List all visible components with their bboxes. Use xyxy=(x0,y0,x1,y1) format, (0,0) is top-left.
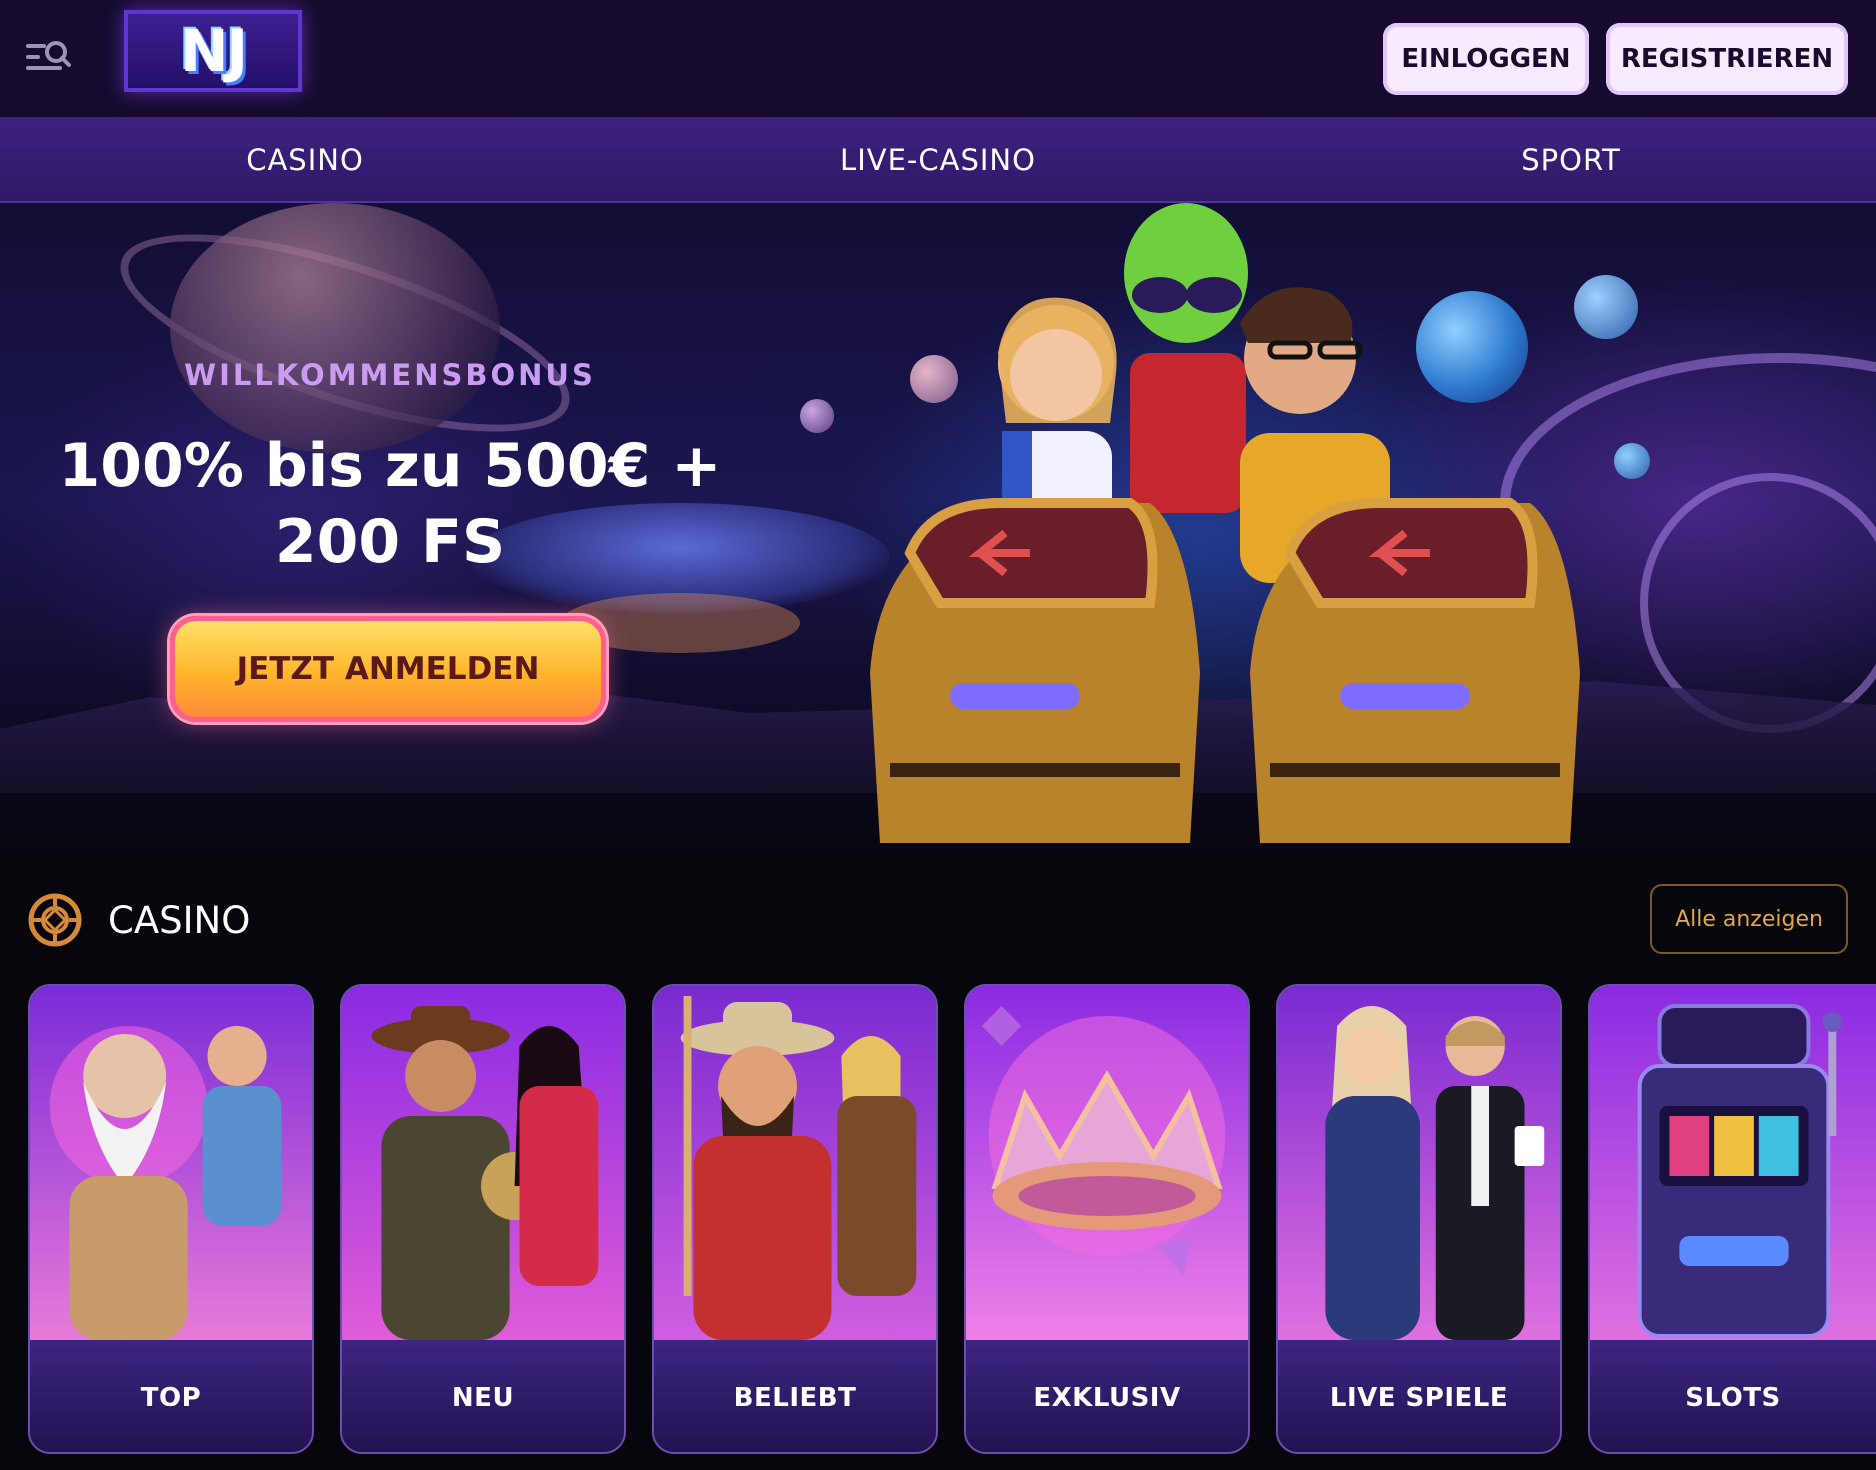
menu-search-icon[interactable] xyxy=(24,38,72,78)
card-image-live-dealers xyxy=(1278,986,1560,1340)
card-image-slot-machine xyxy=(1590,986,1876,1340)
hero-banner: WILLKOMMENSBONUS 100% bis zu 500€ + 200 … xyxy=(0,203,1876,860)
category-card-new[interactable]: NEU xyxy=(340,984,626,1454)
category-card-exclusive[interactable]: EXKLUSIV xyxy=(964,984,1250,1454)
card-label: LIVE SPIELE xyxy=(1278,1340,1560,1452)
card-label: BELIEBT xyxy=(654,1340,936,1452)
category-card-popular[interactable]: BELIEBT xyxy=(652,984,938,1454)
hero-kicker: WILLKOMMENSBONUS xyxy=(184,358,596,392)
top-header: NJ EINLOGGEN REGISTRIEREN xyxy=(0,0,1876,117)
card-label: EXKLUSIV xyxy=(966,1340,1248,1452)
hero-headline: 100% bis zu 500€ + 200 FS xyxy=(58,431,722,577)
card-image-zeus xyxy=(30,986,312,1340)
category-card-slots[interactable]: SLOTS xyxy=(1588,984,1876,1454)
card-image-adventurer xyxy=(342,986,624,1340)
category-card-top[interactable]: TOP xyxy=(28,984,314,1454)
card-label: TOP xyxy=(30,1340,312,1452)
main-nav: CASINO LIVE-CASINO SPORT xyxy=(0,117,1876,203)
nav-item-casino[interactable]: CASINO xyxy=(0,117,610,203)
moon-decoration xyxy=(800,399,834,433)
nav-item-sport[interactable]: SPORT xyxy=(1266,117,1876,203)
hero-characters-image xyxy=(870,203,1580,843)
see-all-button[interactable]: Alle anzeigen xyxy=(1650,884,1848,954)
category-card-live-games[interactable]: LIVE SPIELE xyxy=(1276,984,1562,1454)
nav-item-live-casino[interactable]: LIVE-CASINO xyxy=(620,117,1256,203)
login-button[interactable]: EINLOGGEN xyxy=(1383,23,1589,95)
logo-text: NJ xyxy=(179,17,248,85)
card-label: NEU xyxy=(342,1340,624,1452)
section-title: CASINO xyxy=(108,898,251,942)
card-image-crown xyxy=(966,986,1248,1340)
signup-now-button[interactable]: JETZT ANMELDEN xyxy=(170,616,606,722)
card-image-cowboy xyxy=(654,986,936,1340)
card-label: SLOTS xyxy=(1590,1340,1876,1452)
planet-decoration xyxy=(170,203,500,453)
register-button[interactable]: REGISTRIEREN xyxy=(1606,23,1848,95)
roulette-chip-icon xyxy=(28,893,82,947)
site-logo[interactable]: NJ xyxy=(124,10,302,92)
